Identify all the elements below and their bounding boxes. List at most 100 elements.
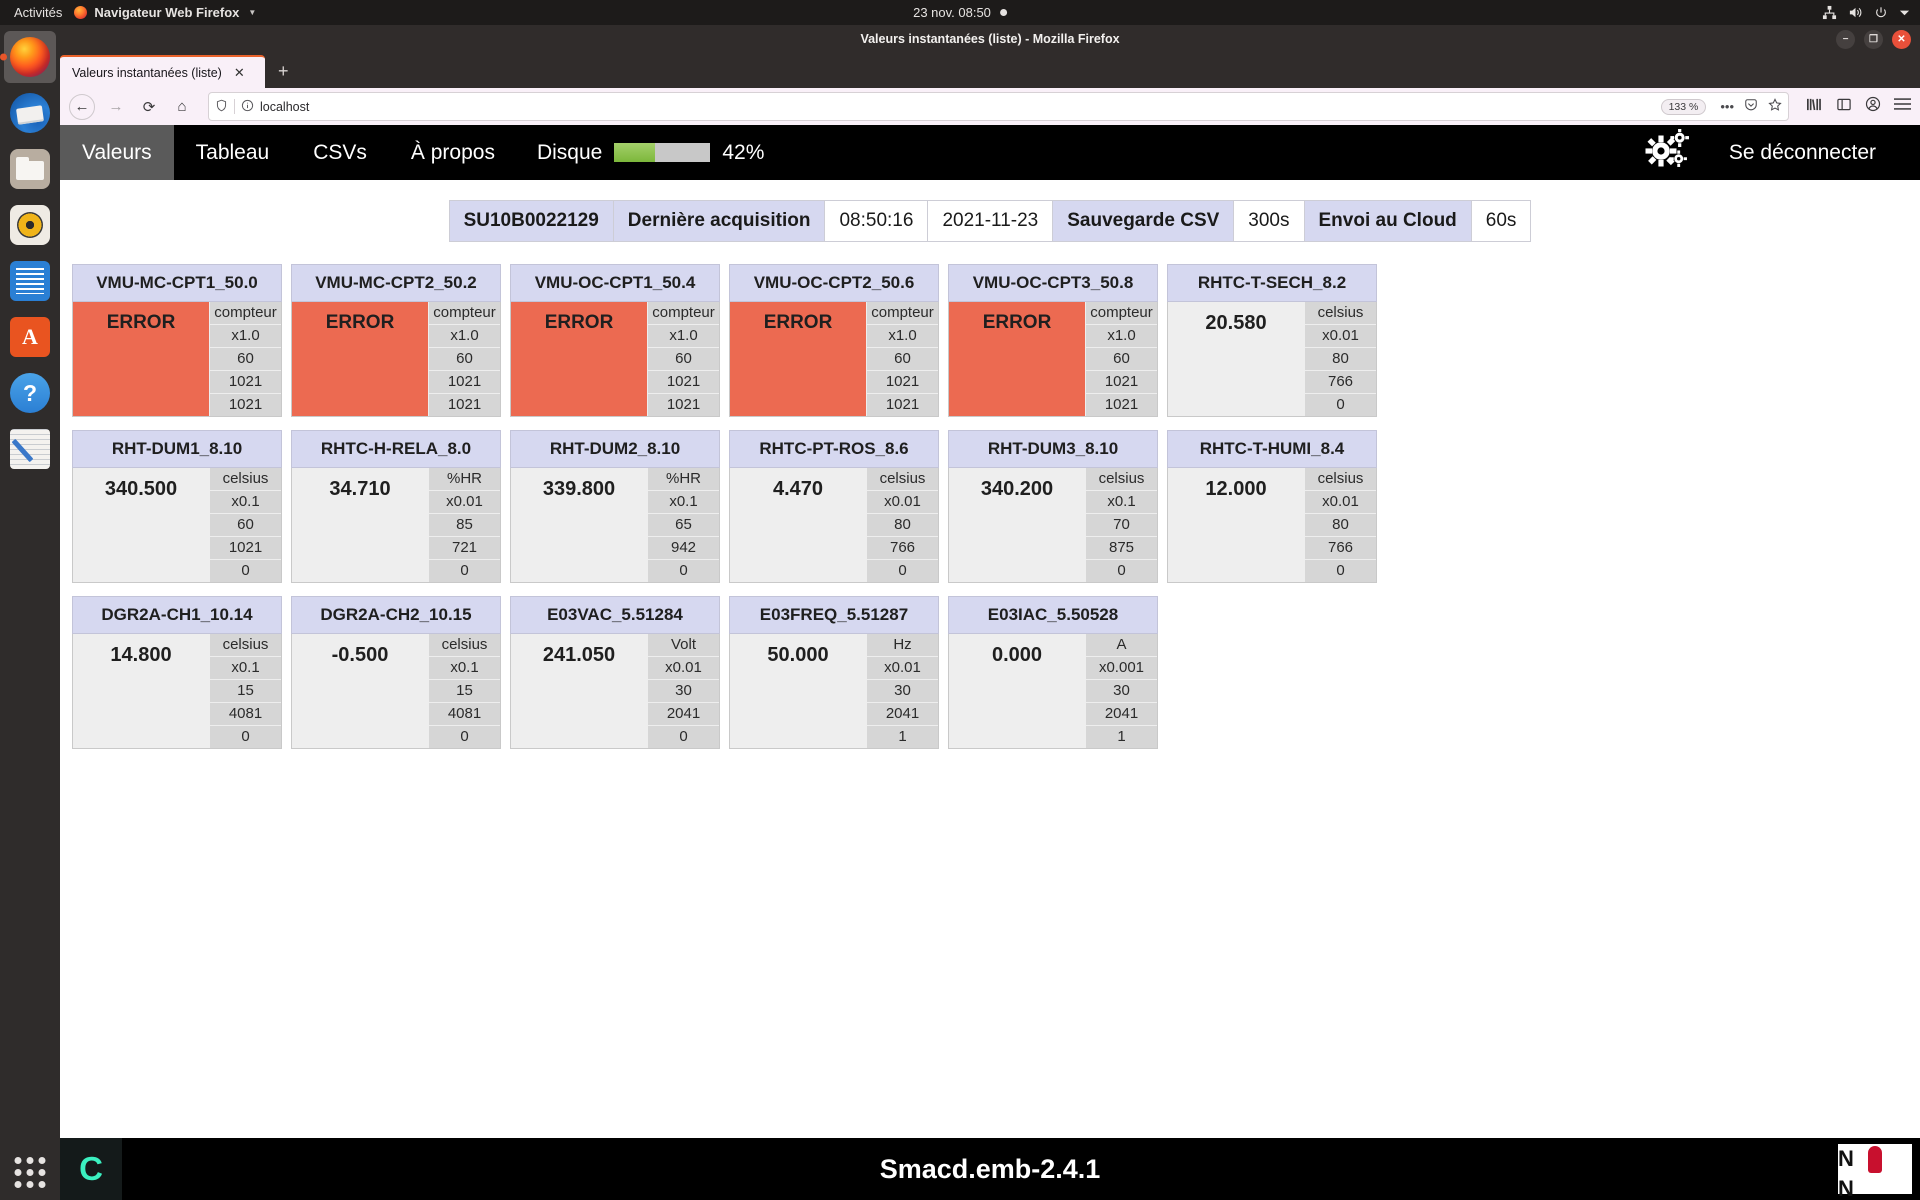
sensor-card[interactable]: VMU-OC-CPT2_50.6 ERROR compteur x1.0 60 1021 1…	[729, 264, 939, 417]
sensor-card[interactable]: E03VAC_5.51284 241.050 Volt x0.01 30 2041 0	[510, 596, 720, 749]
sensor-flag: 1021	[209, 394, 281, 416]
sidebar-icon[interactable]	[1836, 97, 1852, 117]
sensor-unit: A	[1085, 634, 1157, 657]
sensor-flag: 0	[1085, 560, 1157, 582]
sensor-card-title: VMU-MC-CPT1_50.0	[72, 264, 282, 302]
sensor-scale: x0.1	[647, 491, 719, 514]
sensor-scale: x0.1	[209, 657, 281, 680]
sensor-card-title: VMU-MC-CPT2_50.2	[291, 264, 501, 302]
sensor-card[interactable]: RHTC-H-RELA_8.0 34.710 %HR x0.01 85 721 0	[291, 430, 501, 583]
sensor-period: 30	[866, 680, 938, 703]
home-icon[interactable]: ⌂	[167, 92, 197, 122]
sensor-meta-list: %HR x0.01 85 721 0	[428, 468, 500, 582]
sensor-card[interactable]: DGR2A-CH1_10.14 14.800 celsius x0.1 15 4081 0	[72, 596, 282, 749]
hamburger-menu-icon[interactable]	[1894, 97, 1911, 116]
sensor-card[interactable]: RHTC-PT-ROS_8.6 4.470 celsius x0.01 80 766 0	[729, 430, 939, 583]
sensor-meta-list: compteur x1.0 60 1021 1021	[1085, 302, 1157, 416]
sensor-card-body: 34.710 %HR x0.01 85 721 0	[291, 468, 501, 583]
address-bar[interactable]: localhost 133 % •••	[208, 92, 1789, 121]
dock-item-firefox[interactable]	[4, 31, 56, 83]
toolbar-right-actions	[1800, 96, 1911, 117]
sensor-card-body: ERROR compteur x1.0 60 1021 1021	[948, 302, 1158, 417]
sensor-card[interactable]: E03IAC_5.50528 0.000 Ax0.001 30 2041 1	[948, 596, 1158, 749]
sensor-card[interactable]: RHT-DUM2_8.10 339.800 %HR x0.1 65 942 0	[510, 430, 720, 583]
new-tab-button[interactable]: +	[265, 55, 302, 88]
sensor-card-title: RHT-DUM2_8.10	[510, 430, 720, 468]
sensor-card[interactable]: E03FREQ_5.51287 50.000 Hz x0.01 30 2041 1	[729, 596, 939, 749]
sensor-card[interactable]: RHT-DUM1_8.10 340.500 celsius x0.1 60 1021 0	[72, 430, 282, 583]
back-button[interactable]: ←	[69, 93, 95, 120]
page-actions-icon[interactable]: •••	[1720, 99, 1734, 114]
sensor-unit: compteur	[209, 302, 281, 325]
dock-item-software[interactable]: A	[4, 311, 56, 363]
info-value-cell: 2021-11-23	[927, 200, 1054, 242]
browser-tab[interactable]: Valeurs instantanées (liste) ✕	[60, 55, 265, 88]
nav-item-csvs[interactable]: CSVs	[291, 125, 389, 180]
bookmark-star-icon[interactable]	[1768, 98, 1782, 115]
sensor-period: 60	[1085, 348, 1157, 371]
firefox-icon	[10, 37, 50, 77]
dock-item-rhythmbox[interactable]	[4, 199, 56, 251]
nav-item-tableau[interactable]: Tableau	[174, 125, 292, 180]
library-icon[interactable]	[1806, 97, 1823, 117]
sensor-scale: x0.001	[1085, 657, 1157, 680]
active-app-menu[interactable]: Navigateur Web Firefox ▼	[74, 5, 256, 20]
close-icon[interactable]: ✕	[234, 65, 245, 81]
sensor-unit: celsius	[1304, 468, 1376, 491]
sensor-card[interactable]: DGR2A-CH2_10.15 -0.500 celsius x0.1 15 4081 0	[291, 596, 501, 749]
sensor-meta-list: celsius x0.01 80 766 0	[1304, 302, 1376, 416]
sensor-card-title: E03VAC_5.51284	[510, 596, 720, 634]
system-status-area[interactable]	[1822, 0, 1910, 25]
sensor-card-body: 14.800 celsius x0.1 15 4081 0	[72, 634, 282, 749]
sensor-unit: %HR	[428, 468, 500, 491]
sensor-card-body: 20.580 celsius x0.01 80 766 0	[1167, 302, 1377, 417]
sensor-card[interactable]: VMU-MC-CPT1_50.0 ERROR compteur x1.0 60 1021 1…	[72, 264, 282, 417]
tab-bar: Valeurs instantanées (liste) ✕ +	[60, 53, 1920, 88]
sensor-card[interactable]: VMU-OC-CPT1_50.4 ERROR compteur x1.0 60 1021 1…	[510, 264, 720, 417]
sensor-value: 12.000	[1168, 468, 1304, 582]
forward-button[interactable]: →	[101, 92, 131, 122]
dock-item-files[interactable]	[4, 143, 56, 195]
dock-item-help[interactable]: ?	[4, 367, 56, 419]
acquisition-info-strip: SU10B0022129 Dernière acquisition 08:50:16…	[60, 200, 1920, 242]
maximize-button[interactable]: ❐	[1864, 29, 1883, 49]
thunderbird-icon	[10, 93, 50, 133]
gear-icon[interactable]	[1645, 128, 1691, 176]
sensor-card[interactable]: VMU-OC-CPT3_50.8 ERROR compteur x1.0 60 1021 1…	[948, 264, 1158, 417]
sensor-card[interactable]: RHTC-T-SECH_8.2 20.580 celsius x0.01 80 766 0	[1167, 264, 1377, 417]
clock-button[interactable]: 23 nov. 08:50	[913, 0, 1007, 25]
sensor-flag: 0	[647, 560, 719, 582]
account-icon[interactable]	[1865, 96, 1881, 117]
show-applications-button[interactable]	[14, 1157, 46, 1188]
info-icon[interactable]	[241, 99, 254, 115]
sensor-flag: 0	[428, 726, 500, 748]
shield-icon[interactable]	[215, 99, 228, 115]
dock-item-writer[interactable]	[4, 255, 56, 307]
clock-label: 23 nov. 08:50	[913, 5, 991, 20]
nav-item-valeurs[interactable]: Valeurs	[60, 125, 174, 180]
sensor-flag: 0	[209, 726, 281, 748]
activities-button[interactable]: Activités	[0, 5, 74, 20]
dock-item-text-editor[interactable]	[4, 423, 56, 475]
sensor-meta-list: celsius x0.1 15 4081 0	[428, 634, 500, 748]
sensor-value: 20.580	[1168, 302, 1304, 416]
music-icon	[10, 205, 50, 245]
acquisition-info-table: SU10B0022129 Dernière acquisition 08:50:16…	[448, 200, 1532, 242]
nav-item-a-propos[interactable]: À propos	[389, 125, 517, 180]
sensor-card[interactable]: VMU-MC-CPT2_50.2 ERROR compteur x1.0 60 1021 1…	[291, 264, 501, 417]
sensor-card-body: ERROR compteur x1.0 60 1021 1021	[291, 302, 501, 417]
tab-label: Valeurs instantanées (liste)	[72, 65, 222, 80]
sensor-card[interactable]: RHT-DUM3_8.10 340.200 celsius x0.1 70 875 0	[948, 430, 1158, 583]
sensor-card[interactable]: RHTC-T-HUMI_8.4 12.000 celsius x0.01 80 766 0	[1167, 430, 1377, 583]
zoom-level-indicator[interactable]: 133 %	[1660, 98, 1707, 115]
sensor-card-body: -0.500 celsius x0.1 15 4081 0	[291, 634, 501, 749]
pocket-icon[interactable]	[1744, 98, 1758, 115]
chevron-down-icon	[1899, 7, 1910, 18]
logout-link[interactable]: Se déconnecter	[1707, 125, 1898, 180]
dock-item-thunderbird[interactable]	[4, 87, 56, 139]
minimize-button[interactable]: −	[1836, 29, 1855, 49]
close-button[interactable]: ✕	[1892, 29, 1911, 49]
url-text[interactable]: localhost	[260, 100, 1655, 114]
sensor-unit: celsius	[209, 468, 281, 491]
reload-icon[interactable]: ⟳	[134, 92, 164, 122]
